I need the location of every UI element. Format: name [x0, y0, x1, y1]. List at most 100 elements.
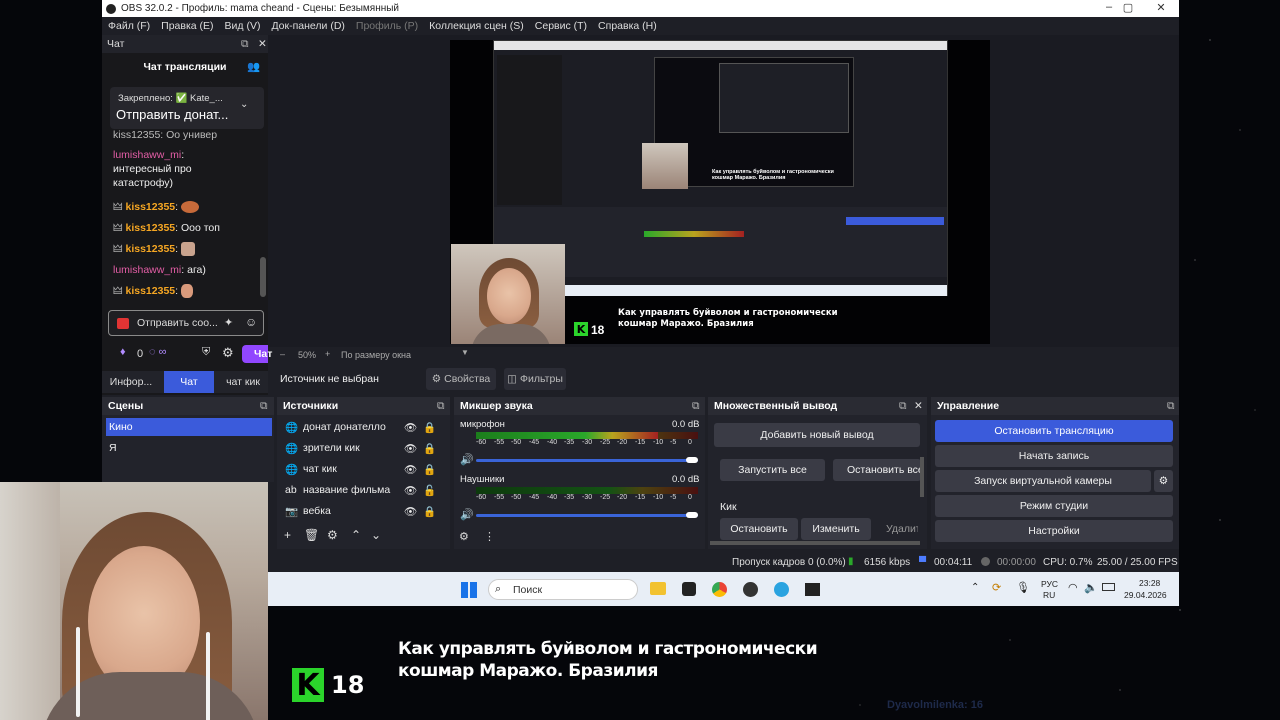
menu-edit[interactable]: Правка (E) — [161, 20, 213, 32]
stop-all-button[interactable]: Остановить все — [833, 459, 921, 481]
start-all-button[interactable]: Запустить все — [720, 459, 825, 481]
tab-chat[interactable]: Чат — [164, 371, 214, 393]
terminal-icon[interactable] — [805, 583, 820, 596]
obs-taskbar-icon[interactable] — [743, 582, 758, 597]
volume-slider[interactable] — [476, 514, 698, 517]
pinned-message[interactable]: Закреплено: ✅ Kate_... Отправить донат..… — [110, 87, 264, 129]
lang-line2[interactable]: RU — [1043, 590, 1055, 600]
scene-item[interactable]: Кино — [106, 418, 272, 436]
wifi-icon[interactable]: ◠ — [1068, 581, 1078, 594]
chat-message: 🜲 kiss12355: Ооо топ — [113, 222, 220, 234]
minimize-icon[interactable]: – — [1102, 1, 1116, 13]
speaker-icon[interactable]: 🔊 — [460, 453, 474, 466]
add-icon[interactable]: + — [284, 528, 291, 542]
source-item[interactable]: 🌐 зрители кик 👁 🔒 — [277, 438, 450, 458]
undock-icon[interactable]: ⧉ — [899, 400, 907, 413]
menu-tools[interactable]: Сервис (T) — [535, 20, 587, 32]
h-scrollbar[interactable] — [710, 541, 920, 545]
taskbar: ⌕ Поиск ⌃ ⟳ 🎙 РУС RU ◠ 🔈 23:28 29.04.202… — [268, 572, 1179, 606]
chat-input[interactable]: Отправить соо... ✦ ☺ — [108, 310, 264, 336]
taskbar-search[interactable]: ⌕ Поиск — [488, 579, 638, 600]
scene-item[interactable]: Я — [106, 439, 272, 457]
menu-view[interactable]: Вид (V) — [225, 20, 261, 32]
chat-scrollbar[interactable] — [260, 257, 266, 297]
filters-button[interactable]: ◫ Фильтры — [504, 368, 566, 390]
send-chat-button[interactable]: Чат — [242, 345, 272, 363]
properties-button[interactable]: ⚙ Свойства — [426, 368, 496, 390]
chrome-icon[interactable] — [712, 582, 727, 597]
move-up-icon[interactable]: ⌃ — [351, 528, 361, 542]
stop-stream-button[interactable]: Остановить трансляцию — [935, 420, 1173, 442]
tab-kick-chat[interactable]: чат кик — [218, 371, 268, 393]
gear-icon[interactable]: ⚙ — [327, 528, 338, 542]
source-item[interactable]: 📷 вебка 👁 🔒 — [277, 501, 450, 521]
shield-icon[interactable]: ⛨ — [202, 346, 210, 359]
lang-line1[interactable]: РУС — [1041, 579, 1058, 589]
telegram-icon[interactable] — [774, 582, 789, 597]
start-recording-button[interactable]: Начать запись — [935, 445, 1173, 467]
chevron-down-icon[interactable]: ▼ — [461, 348, 469, 357]
clock-time[interactable]: 23:28 — [1139, 578, 1160, 588]
close-dock-icon[interactable]: ✕ — [258, 38, 267, 50]
file-explorer-icon[interactable] — [650, 582, 666, 595]
gear-icon[interactable]: ⚙ — [222, 345, 234, 361]
undock-icon[interactable]: ⧉ — [241, 38, 249, 51]
undock-icon[interactable]: ⧉ — [1167, 400, 1175, 413]
close-icon[interactable]: ✕ — [1154, 1, 1168, 14]
app-icon[interactable] — [682, 582, 696, 596]
add-output-button[interactable]: Добавить новый вывод — [714, 423, 920, 447]
volume-icon[interactable]: 🔈 — [1084, 581, 1098, 594]
zoom-out-icon[interactable]: – — [280, 349, 285, 359]
more-icon[interactable]: ⋮ — [484, 530, 495, 543]
chat-dock-title: Чат — [107, 38, 125, 50]
undock-icon[interactable]: ⧉ — [437, 400, 445, 413]
magic-icon[interactable]: ✦ — [224, 316, 233, 329]
settings-button[interactable]: Настройки — [935, 520, 1173, 542]
trash-icon[interactable]: 🗑 — [304, 528, 319, 542]
tray-sync-icon[interactable]: ⟳ — [992, 581, 1001, 594]
menu-scene-collection[interactable]: Коллекция сцен (S) — [429, 20, 524, 32]
volume-slider[interactable] — [476, 459, 698, 462]
channel-db: 0.0 dB — [672, 419, 700, 430]
volume-knob[interactable] — [686, 512, 698, 518]
volume-knob[interactable] — [686, 457, 698, 463]
panel-scrollbar[interactable] — [920, 457, 924, 497]
battery-icon[interactable] — [1102, 583, 1115, 591]
studio-mode-button[interactable]: Режим студии — [935, 495, 1173, 517]
zoom-in-icon[interactable]: + — [325, 349, 330, 359]
points-icon[interactable]: ♦ — [120, 346, 126, 358]
tray-chevron-icon[interactable]: ⌃ — [971, 582, 979, 593]
close-icon[interactable]: ✕ — [914, 400, 923, 412]
menu-file[interactable]: Файл (F) — [108, 20, 150, 32]
windows-start-icon[interactable] — [461, 582, 477, 598]
prediction-icon[interactable]: ◌ ∞ — [149, 346, 166, 358]
undock-icon[interactable]: ⧉ — [692, 400, 700, 413]
fit-mode-select[interactable]: По размеру окна — [341, 350, 411, 360]
tab-info[interactable]: Инфор... — [102, 371, 160, 393]
points-value: 0 — [137, 348, 144, 360]
maximize-icon[interactable]: ▢ — [1121, 1, 1135, 14]
db-tick-label: -40 — [547, 439, 558, 446]
users-icon[interactable]: 👥 — [247, 57, 260, 77]
mixer-settings-icon[interactable]: ⚙ — [459, 530, 469, 543]
clock-date[interactable]: 29.04.2026 — [1124, 590, 1167, 600]
menu-help[interactable]: Справка (H) — [598, 20, 657, 32]
output-target-label: Кик — [720, 501, 737, 513]
delete-output-button[interactable]: Удалит — [874, 518, 918, 540]
chevron-down-icon[interactable]: ⌄ — [240, 99, 248, 110]
edit-output-button[interactable]: Изменить — [801, 518, 871, 540]
source-item[interactable]: 🌐 чат кик 👁 🔒 — [277, 459, 450, 479]
emoji-icon[interactable]: ☺ — [245, 315, 257, 329]
virtual-camera-settings-button[interactable]: ⚙ — [1154, 470, 1173, 492]
undock-icon[interactable]: ⧉ — [260, 400, 268, 413]
virtual-camera-button[interactable]: Запуск виртуальной камеры — [935, 470, 1151, 492]
microphone-icon[interactable]: 🎙 — [1016, 581, 1030, 594]
globe-icon: 🌐 — [285, 463, 299, 476]
source-item[interactable]: ab название фильма 👁 🔓 — [277, 480, 450, 500]
stop-output-button[interactable]: Остановить — [720, 518, 798, 540]
speaker-icon[interactable]: 🔊 — [460, 508, 474, 521]
kick-logo: K — [292, 668, 324, 703]
menu-docks[interactable]: Док-панели (D) — [271, 20, 344, 32]
source-item[interactable]: 🌐 донат донателло 👁 🔒 — [277, 417, 450, 437]
move-down-icon[interactable]: ⌄ — [371, 528, 381, 542]
